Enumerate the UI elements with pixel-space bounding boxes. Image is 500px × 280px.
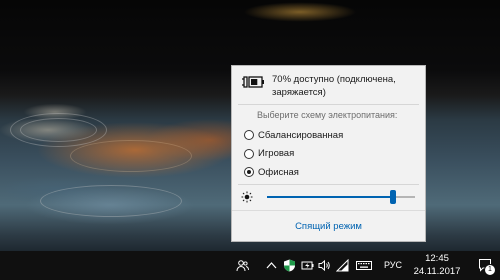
language-indicator[interactable]: РУС — [384, 260, 402, 270]
power-scheme-list: Сбалансированная Игровая Офисная — [244, 126, 343, 182]
notification-count-badge: 1 — [484, 264, 496, 276]
wifi-icon[interactable] — [336, 259, 349, 272]
power-scheme-gaming[interactable]: Игровая — [244, 145, 343, 164]
clock-time: 12:45 — [425, 253, 449, 264]
brightness-slider-thumb[interactable] — [389, 190, 396, 204]
divider — [232, 210, 425, 211]
volume-icon[interactable] — [318, 259, 331, 272]
defender-icon[interactable] — [283, 259, 296, 272]
brightness-row — [241, 190, 417, 204]
divider — [238, 184, 419, 185]
brightness-slider[interactable] — [267, 190, 415, 204]
wallpaper-ripple — [10, 113, 107, 147]
power-scheme-label: Игровая — [258, 148, 295, 160]
clock[interactable]: 12:45 24.11.2017 — [406, 252, 468, 278]
sleep-mode-link[interactable]: Спящий режим — [232, 221, 425, 232]
keyboard-icon[interactable] — [356, 259, 372, 272]
power-scheme-label: Сбалансированная — [258, 129, 344, 141]
battery-status-row: 70% доступно (подключена, заряжается) — [241, 73, 421, 99]
chevron-up-icon[interactable] — [265, 259, 278, 272]
brightness-slider-fill — [267, 196, 393, 198]
power-scheme-label: Офисная — [258, 166, 299, 178]
taskbar: РУС 12:45 24.11.2017 1 — [0, 251, 500, 280]
power-scheme-balanced[interactable]: Сбалансированная — [244, 126, 343, 145]
battery-flyout: 70% доступно (подключена, заряжается) Вы… — [231, 65, 426, 242]
radio-button[interactable] — [244, 130, 254, 141]
wallpaper-ripple — [40, 185, 182, 217]
battery-charging-icon — [242, 76, 264, 88]
radio-button-selected[interactable] — [244, 167, 254, 178]
power-scheme-office[interactable]: Офисная — [244, 163, 343, 182]
clock-date: 24.11.2017 — [413, 266, 461, 277]
brightness-sun-icon — [241, 191, 253, 203]
power-scheme-title: Выберите схему электропитания: — [257, 110, 398, 120]
battery-charging-icon[interactable] — [301, 259, 314, 272]
people-icon[interactable] — [236, 259, 249, 272]
radio-button[interactable] — [244, 148, 254, 159]
wallpaper-ripple — [70, 140, 192, 172]
divider — [238, 104, 419, 105]
battery-status-text: 70% доступно (подключена, заряжается) — [272, 74, 396, 98]
